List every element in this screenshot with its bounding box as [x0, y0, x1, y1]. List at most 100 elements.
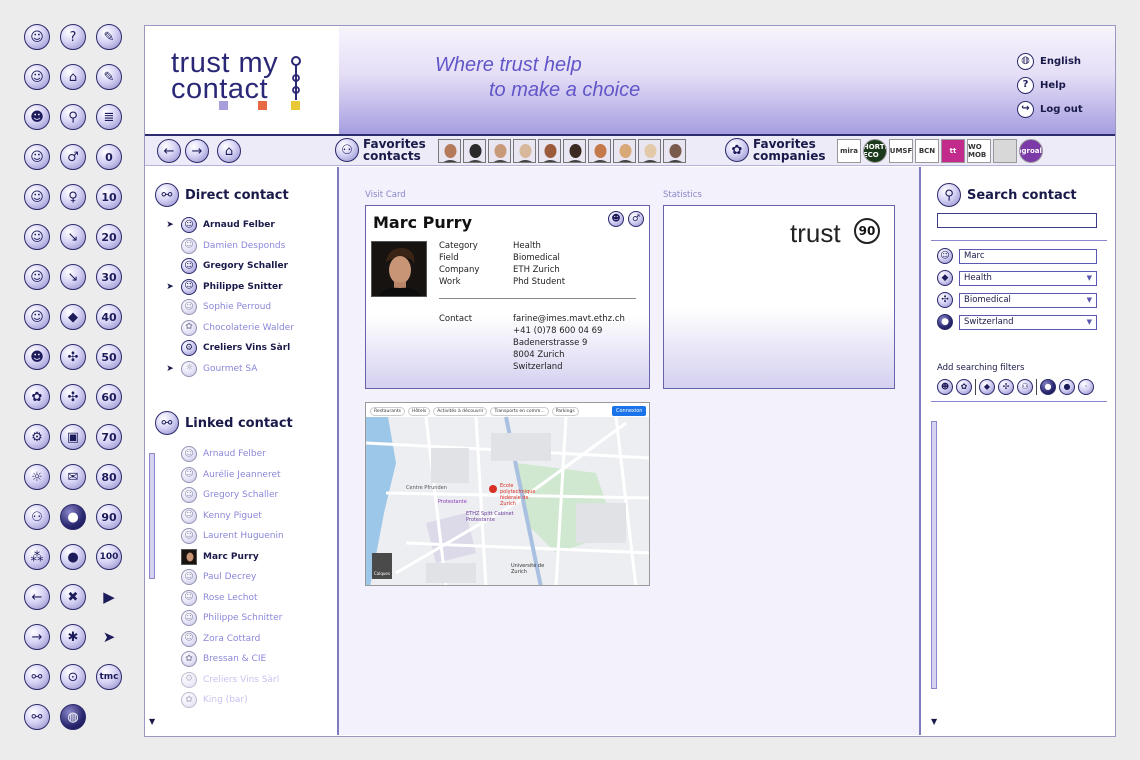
network-icon[interactable]: ⚯ [24, 664, 50, 690]
map-filter-chip[interactable]: Activités à découvrir [433, 407, 488, 416]
contact-list-item[interactable]: ☺ Kenny Piguet [165, 506, 335, 527]
filter-name-field[interactable]: Marc [959, 248, 1097, 264]
score-60-icon[interactable]: 60 [96, 384, 122, 410]
contact-list-item[interactable]: ☺ Arnaud Felber [165, 444, 335, 465]
cluster-icon[interactable]: ⁂ [24, 544, 50, 570]
male-icon[interactable]: ♂ [60, 144, 86, 170]
map-layers-button[interactable]: Calques [374, 571, 390, 576]
close-icon[interactable]: ✖ [60, 584, 86, 610]
score-10-icon[interactable]: 10 [96, 184, 122, 210]
company-logo[interactable]: agroalt [1019, 139, 1043, 163]
sun-icon[interactable]: ☼ [24, 464, 50, 490]
network-icon[interactable]: ⚯ [24, 704, 50, 730]
contact-list-item[interactable]: ✿ Bressan & CIE [165, 649, 335, 670]
contact-list-item[interactable]: ➤ ☺ Arnaud Felber [165, 215, 335, 236]
sphere-icon[interactable]: ● [1059, 379, 1075, 395]
group-icon[interactable]: ⚇ [1017, 379, 1033, 395]
search-input[interactable] [937, 213, 1097, 228]
dot-icon[interactable]: ● [60, 544, 86, 570]
score-70-icon[interactable]: 70 [96, 424, 122, 450]
contact-list-item[interactable]: ☺ Paul Decrey [165, 567, 335, 588]
contact-list-item[interactable]: ☺ Rose Lechot [165, 588, 335, 609]
face-icon[interactable]: ☺ [24, 304, 50, 330]
tmc-icon[interactable]: tmc [96, 664, 122, 690]
face-icon[interactable]: ☻ [608, 211, 624, 227]
company-logo[interactable]: tt [941, 139, 965, 163]
company-logo[interactable] [993, 139, 1017, 163]
home-icon[interactable]: ⌂ [60, 64, 86, 90]
contact-list-item[interactable]: ☺ Zora Cottard [165, 629, 335, 650]
dark-sphere-icon[interactable]: ● [60, 504, 86, 530]
favorite-contact-photo[interactable] [588, 139, 611, 163]
contact-list-item[interactable]: ✿ King (bar) [165, 690, 335, 711]
favorite-contact-photo[interactable] [463, 139, 486, 163]
company-logo[interactable]: BCN [915, 139, 939, 163]
gear-icon[interactable]: ⚙ [24, 424, 50, 450]
contact-list-item[interactable]: ☺ Laurent Huguenin [165, 526, 335, 547]
globe-icon[interactable]: ◍ [60, 704, 86, 730]
question-icon[interactable]: ? [60, 24, 86, 50]
contact-list-item[interactable]: ⚙ Creliers Vins Sàrl [165, 670, 335, 691]
cluster-icon[interactable]: ✣ [60, 344, 86, 370]
score-20-icon[interactable]: 20 [96, 224, 122, 250]
briefcase-icon[interactable]: ▣ [60, 424, 86, 450]
cluster-icon[interactable]: ✣ [60, 384, 86, 410]
arrow-down-right-icon[interactable]: ↘ [60, 264, 86, 290]
search-person-icon[interactable]: ⚲ [60, 104, 86, 130]
filter-field-select[interactable]: Biomedical ▼ [959, 292, 1097, 308]
arrow-down-right-icon[interactable]: ↘ [60, 224, 86, 250]
filter-country-select[interactable]: Switzerland ▼ [959, 314, 1097, 330]
home-button[interactable]: ⌂ [217, 139, 241, 163]
play-icon[interactable]: ▶ [96, 584, 122, 610]
company-logo[interactable]: mira [837, 139, 861, 163]
star-icon[interactable]: ✱ [60, 624, 86, 650]
map-filter-chip[interactable]: Restaurants [370, 407, 405, 416]
forward-button[interactable]: → [185, 139, 209, 163]
contact-list-item[interactable]: ☺ Gregory Schaller [165, 485, 335, 506]
map-filter-chip[interactable]: Hôtels [407, 407, 431, 416]
dark-sphere-icon[interactable]: ● [1040, 379, 1056, 395]
nav-english[interactable]: ◍ English [1017, 52, 1083, 70]
back-button[interactable]: ← [157, 139, 181, 163]
results-scrollbar[interactable] [931, 421, 937, 689]
flower-icon[interactable]: ✿ [24, 384, 50, 410]
face-icon[interactable]: ☻ [937, 379, 953, 395]
company-logo[interactable]: WO MOB [967, 139, 991, 163]
favorite-contact-photo[interactable] [638, 139, 661, 163]
cluster-icon[interactable]: ✣ [998, 379, 1014, 395]
map-filter-chip[interactable]: Parkings [551, 407, 579, 416]
contact-list-item[interactable]: ☺ Damien Desponds [165, 236, 335, 257]
target-icon[interactable]: ⊙ [60, 664, 86, 690]
group-icon[interactable]: ⚇ [24, 504, 50, 530]
face-female-icon[interactable]: ☺ [24, 144, 50, 170]
diamond-icon[interactable]: ◆ [979, 379, 995, 395]
favorite-contact-photo[interactable] [613, 139, 636, 163]
score-80-icon[interactable]: 80 [96, 464, 122, 490]
map[interactable]: Restaurants Hôtels Activités à découvrir Tr… [365, 402, 650, 586]
favorite-contact-photo[interactable] [513, 139, 536, 163]
company-logo[interactable]: UMSF [889, 139, 913, 163]
face-icon[interactable]: ☺ [24, 184, 50, 210]
edit-list-icon[interactable]: ≣ [96, 104, 122, 130]
female-icon[interactable]: ♀ [60, 184, 86, 210]
face-icon[interactable]: ☺ [24, 264, 50, 290]
nav-logout[interactable]: ↪ Log out [1017, 100, 1083, 118]
contact-list-item[interactable]: Marc Purry [165, 547, 335, 568]
logo[interactable]: trust my contact [145, 26, 339, 134]
back-icon[interactable]: ← [24, 584, 50, 610]
favorite-contact-photo[interactable] [663, 139, 686, 163]
company-logo[interactable]: HORTI ECO [863, 139, 887, 163]
chevron-right-icon[interactable]: ➤ [96, 624, 122, 650]
nav-help[interactable]: ? Help [1017, 76, 1083, 94]
pencil-icon[interactable]: ✎ [96, 24, 122, 50]
face-dark-hair-icon[interactable]: ☻ [24, 104, 50, 130]
face-icon[interactable]: ☺ [24, 224, 50, 250]
score-50-icon[interactable]: 50 [96, 344, 122, 370]
contact-list-item[interactable]: ☺ Gregory Schaller [165, 256, 335, 277]
contact-list-item[interactable]: ➤ ☼ Gourmet SA [165, 359, 335, 380]
contact-list-item[interactable]: ✿ Chocolaterie Walder [165, 318, 335, 339]
scroll-down-arrow[interactable]: ▼ [149, 717, 155, 726]
favorite-contact-photo[interactable] [438, 139, 461, 163]
map-filter-chip[interactable]: Transports en comm... [490, 407, 549, 416]
favorite-contact-photo[interactable] [538, 139, 561, 163]
